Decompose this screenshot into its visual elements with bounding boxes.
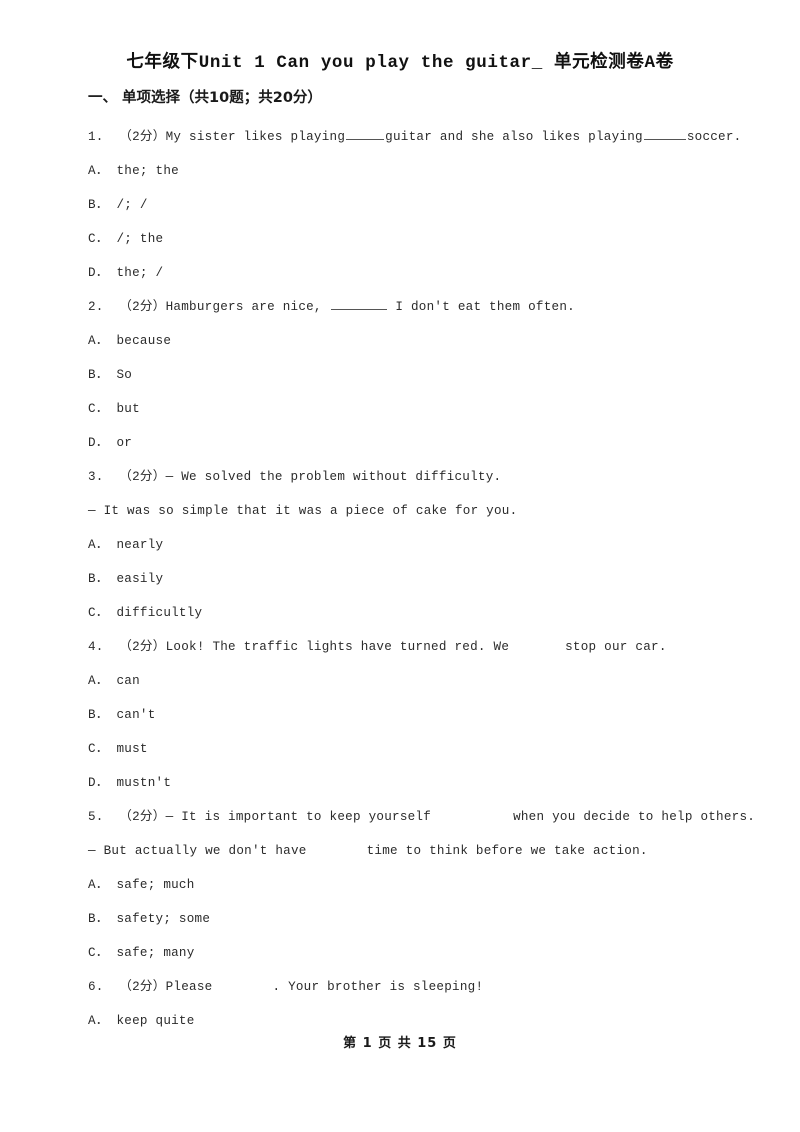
option-label: C． (88, 232, 109, 246)
question-text-1: Please (165, 980, 213, 994)
question-marks: （2分） (119, 470, 166, 484)
question-text-2: . Your brother is sleeping! (272, 980, 484, 994)
option-label: B． (88, 912, 109, 926)
question-marks: （2分） (119, 980, 166, 994)
question-stem: 1. （2分）My sister likes playing guitar and… (88, 120, 748, 154)
option-label: A． (88, 334, 109, 348)
option-text: /; / (116, 198, 148, 212)
question-text-2: when you decide to help others. (513, 810, 756, 824)
question-marks: （2分） (119, 640, 166, 654)
option-text: difficultly (116, 606, 203, 620)
option-text: /; the (116, 232, 164, 246)
option-label: B． (88, 708, 109, 722)
answer-option[interactable]: B． can't (88, 698, 748, 732)
question-number: 3. (88, 470, 104, 484)
option-label: A． (88, 538, 109, 552)
question-marks: （2分） (119, 300, 166, 314)
answer-option[interactable]: A． can (88, 664, 748, 698)
section-header-multiple-choice: 一、 单项选择（共10题；共20分） (88, 90, 322, 106)
answer-blank (330, 296, 387, 310)
question-list: 1. （2分）My sister likes playing guitar and… (88, 120, 755, 1038)
option-text: the; the (116, 164, 179, 178)
option-text: because (116, 334, 172, 348)
option-text: can (116, 674, 140, 688)
question-text-2: stop our car. (565, 640, 667, 654)
question-number: 5. (88, 810, 104, 824)
answer-option[interactable]: A． because (88, 324, 748, 358)
option-text: must (116, 742, 148, 756)
option-text: safety; some (116, 912, 211, 926)
question-marks: （2分） (119, 130, 166, 144)
answer-option[interactable]: D． mustn't (88, 766, 748, 800)
question-stem: 6. （2分）Please . Your brother is sleeping! (88, 970, 748, 1004)
answer-option[interactable]: C． /; the (88, 222, 748, 256)
option-text: the; / (116, 266, 164, 280)
answer-blank (346, 126, 385, 140)
answer-option[interactable]: C． must (88, 732, 748, 766)
question-text-2: guitar and she also likes playing (385, 130, 643, 144)
answer-option[interactable]: C． but (88, 392, 748, 426)
option-label: B． (88, 198, 109, 212)
option-label: A． (88, 674, 109, 688)
option-label: D． (88, 776, 109, 790)
question-text-1: Look! The traffic lights have turned red… (165, 640, 510, 654)
answer-option[interactable]: B． safety; some (88, 902, 748, 936)
answer-option[interactable]: D． or (88, 426, 748, 460)
question-number: 2. (88, 300, 104, 314)
document-page: 七年级下Unit 1 Can you play the guitar_ 单元检测… (0, 0, 800, 1132)
question-stem: 2. （2分）Hamburgers are nice, I don't eat … (88, 290, 748, 324)
option-text: So (116, 368, 133, 382)
page-title: 七年级下Unit 1 Can you play the guitar_ 单元检测… (126, 53, 674, 73)
answer-option[interactable]: A． nearly (88, 528, 748, 562)
option-label: C． (88, 402, 109, 416)
answer-option[interactable]: A． safe; much (88, 868, 748, 902)
option-label: A． (88, 164, 109, 178)
question-subline-text-1: — But actually we don't have (88, 844, 307, 858)
option-text: safe; much (116, 878, 195, 892)
option-label: C． (88, 946, 109, 960)
question-text-1: — It is important to keep yourself (165, 810, 432, 824)
answer-option[interactable]: B． /; / (88, 188, 748, 222)
answer-option[interactable]: C． safe; many (88, 936, 748, 970)
option-label: A． (88, 878, 109, 892)
question-text-2: I don't eat them often. (387, 300, 575, 314)
question-stem: 5. （2分）— It is important to keep yoursel… (88, 800, 755, 834)
question-number: 6. (88, 980, 104, 994)
question-number: 4. (88, 640, 104, 654)
page-footer: 第 1 页 共 15 页 (343, 1036, 457, 1051)
question-text-1: My sister likes playing (165, 130, 346, 144)
question-subline-text: — It was so simple that it was a piece o… (88, 504, 518, 518)
question-stem-line-2: — It was so simple that it was a piece o… (88, 494, 748, 528)
option-label: C． (88, 742, 109, 756)
option-text: or (116, 436, 133, 450)
question-text-3: soccer. (686, 130, 742, 144)
question-stem-line-2: — But actually we don't have time to thin… (88, 834, 748, 868)
option-text: keep quite (116, 1014, 195, 1028)
option-label: C． (88, 606, 109, 620)
option-text: safe; many (116, 946, 195, 960)
option-text: mustn't (116, 776, 172, 790)
option-label: B． (88, 368, 109, 382)
question-text-1: Hamburgers are nice, (165, 300, 330, 314)
question-text-1: — We solved the problem without difficul… (165, 470, 502, 484)
question-subline-text-2: time to think before we take action. (366, 844, 648, 858)
answer-option[interactable]: B． So (88, 358, 748, 392)
option-label: D． (88, 436, 109, 450)
option-text: but (116, 402, 140, 416)
option-text: nearly (116, 538, 164, 552)
answer-option[interactable]: A． the; the (88, 154, 748, 188)
answer-blank-2 (643, 126, 686, 140)
question-marks: （2分） (119, 810, 166, 824)
answer-option[interactable]: D． the; / (88, 256, 748, 290)
option-label: D． (88, 266, 109, 280)
answer-option[interactable]: C． difficultly (88, 596, 748, 630)
option-text: can't (116, 708, 156, 722)
question-stem: 4. （2分）Look! The traffic lights have tur… (88, 630, 748, 664)
option-text: easily (116, 572, 164, 586)
question-stem: 3. （2分）— We solved the problem without d… (88, 460, 748, 494)
option-label: B． (88, 572, 109, 586)
question-number: 1. (88, 130, 104, 144)
answer-option[interactable]: B． easily (88, 562, 748, 596)
